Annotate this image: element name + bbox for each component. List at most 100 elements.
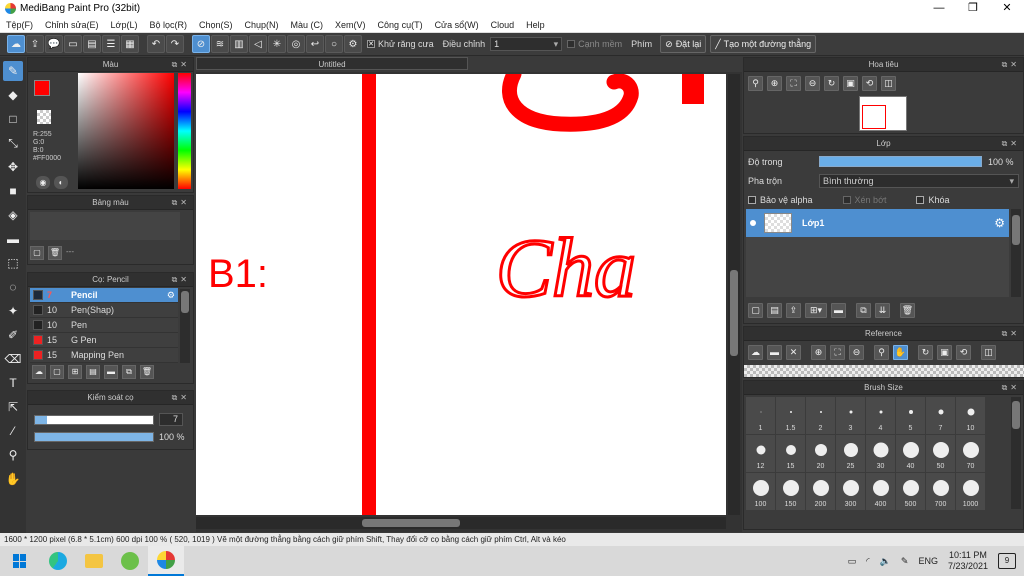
fill-rect-tool-icon[interactable]: ■ bbox=[3, 181, 23, 201]
brush-size-slider[interactable] bbox=[34, 414, 154, 425]
brush-item-pen[interactable]: 10 Pen bbox=[30, 318, 178, 333]
select-rect-tool-icon[interactable]: ⬚ bbox=[3, 253, 23, 273]
zoom-in-icon[interactable]: ⊕ bbox=[767, 76, 782, 91]
layer-list-scrollbar[interactable] bbox=[1011, 209, 1021, 297]
vanishing-snap-icon[interactable]: ◁ bbox=[249, 35, 267, 53]
canvas-vertical-scrollbar[interactable] bbox=[728, 74, 740, 515]
actual-size-icon[interactable]: ▣ bbox=[937, 345, 952, 360]
brush-size-value[interactable]: 7 bbox=[159, 413, 183, 426]
minimize-button[interactable]: — bbox=[922, 0, 956, 17]
new-brush-icon[interactable]: ▢ bbox=[50, 365, 64, 379]
new-palette-icon[interactable]: ▢ bbox=[30, 246, 44, 260]
lasso-tool-icon[interactable]: ◌ bbox=[3, 277, 23, 297]
brush-size-cell-1[interactable]: 1.5 bbox=[776, 397, 805, 434]
gear-icon[interactable]: ⚙ bbox=[994, 216, 1005, 230]
canvas-horizontal-scrollbar[interactable] bbox=[196, 517, 726, 529]
menu-cloud[interactable]: Cloud bbox=[485, 20, 521, 30]
menu-tools[interactable]: Công cụ(T) bbox=[372, 20, 429, 30]
import-layer-icon[interactable]: ⇪ bbox=[786, 303, 801, 318]
flip-icon[interactable]: ◫ bbox=[881, 76, 896, 91]
close-button[interactable]: ✕ bbox=[990, 0, 1024, 17]
zoom-icon[interactable]: ⚲ bbox=[748, 76, 763, 91]
duplicate-brush-icon[interactable]: ⧉ bbox=[122, 365, 136, 379]
brush-size-cell-18[interactable]: 200 bbox=[806, 473, 835, 510]
document-icon[interactable]: ▤ bbox=[83, 35, 101, 53]
brush-size-cell-2[interactable]: 2 bbox=[806, 397, 835, 434]
open-folder-icon[interactable]: ▬ bbox=[767, 345, 782, 360]
divide-tool-icon[interactable]: ⁄ bbox=[3, 421, 23, 441]
panel-controls-icon[interactable]: ⧉✕ bbox=[172, 391, 190, 405]
language-indicator[interactable]: ENG bbox=[918, 556, 938, 566]
canvas-tab[interactable]: Untitled bbox=[196, 57, 468, 70]
brush-item-g-pen[interactable]: 15 G Pen bbox=[30, 333, 178, 348]
brush-size-cell-9[interactable]: 15 bbox=[776, 435, 805, 472]
select-eraser-tool-icon[interactable]: ⌫ bbox=[3, 349, 23, 369]
radial-snap-icon[interactable]: ✳ bbox=[268, 35, 286, 53]
comment-icon[interactable]: 💬 bbox=[45, 35, 63, 53]
eyedropper-icon[interactable]: ⚲ bbox=[874, 345, 889, 360]
brush-size-scrollbar[interactable] bbox=[1011, 397, 1021, 509]
cloud-icon[interactable]: ☁ bbox=[7, 35, 25, 53]
brush-settings-icon[interactable]: ▤ bbox=[86, 365, 100, 379]
brush-size-cell-6[interactable]: 7 bbox=[926, 397, 955, 434]
taskbar-edge[interactable] bbox=[40, 546, 76, 576]
correction-select[interactable]: 1 bbox=[490, 37, 563, 51]
menu-snap[interactable]: Chụp(N) bbox=[239, 20, 285, 30]
brush-size-cell-20[interactable]: 400 bbox=[866, 473, 895, 510]
list-icon[interactable]: ☰ bbox=[102, 35, 120, 53]
menu-color[interactable]: Màu (C) bbox=[285, 20, 330, 30]
drawing-canvas[interactable]: B1: Cha bbox=[196, 74, 726, 515]
brush-size-cell-5[interactable]: 5 bbox=[896, 397, 925, 434]
color-wheel-icon[interactable]: ◉ bbox=[36, 176, 50, 189]
new-layer-icon[interactable]: ▢ bbox=[748, 303, 763, 318]
brush-item-mapping-pen[interactable]: 15 Mapping Pen bbox=[30, 348, 178, 363]
rectangle-tool-icon[interactable]: □ bbox=[3, 109, 23, 129]
clipping-checkbox[interactable]: Xén bớt bbox=[842, 195, 886, 205]
grid-icon[interactable]: ▦ bbox=[121, 35, 139, 53]
brush-size-cell-14[interactable]: 50 bbox=[926, 435, 955, 472]
operation-tool-icon[interactable]: ⇱ bbox=[3, 397, 23, 417]
brush-size-cell-22[interactable]: 700 bbox=[926, 473, 955, 510]
brush-tool-icon[interactable]: ✎ bbox=[3, 61, 23, 81]
move-tool-icon[interactable]: ✥ bbox=[3, 157, 23, 177]
curve-snap-icon[interactable]: ↩ bbox=[306, 35, 324, 53]
gradient-tool-icon[interactable]: ▬ bbox=[3, 229, 23, 249]
brush-size-cell-19[interactable]: 300 bbox=[836, 473, 865, 510]
snap-off-icon[interactable]: ⊘ bbox=[192, 35, 210, 53]
panel-controls-icon[interactable]: ⧉✕ bbox=[172, 58, 190, 72]
actual-size-icon[interactable]: ▣ bbox=[843, 76, 858, 91]
add-brush-icon[interactable]: ⊞ bbox=[68, 365, 82, 379]
panel-controls-icon[interactable]: ⧉✕ bbox=[172, 273, 190, 287]
snap-settings-icon[interactable]: ⚙ bbox=[344, 35, 362, 53]
menu-select[interactable]: Chọn(S) bbox=[193, 20, 239, 30]
transparent-color-swatch[interactable] bbox=[37, 110, 51, 124]
brush-item-pencil[interactable]: 7 Pencil ⚙ bbox=[30, 288, 178, 303]
visibility-icon[interactable] bbox=[750, 220, 756, 226]
hue-slider[interactable] bbox=[178, 73, 191, 189]
layer-item[interactable]: Lớp1 ⚙ bbox=[746, 209, 1009, 237]
saturation-value-picker[interactable] bbox=[78, 73, 174, 189]
brush-opacity-slider[interactable] bbox=[34, 432, 154, 442]
hand-tool-icon[interactable]: ✋ bbox=[3, 469, 23, 489]
fit-icon[interactable]: ⛶ bbox=[830, 345, 845, 360]
taskbar-green-app[interactable] bbox=[112, 546, 148, 576]
zoom-out-icon[interactable]: ⊖ bbox=[805, 76, 820, 91]
layer-folder-icon[interactable]: ▬ bbox=[831, 303, 846, 318]
network-icon[interactable]: ◜ bbox=[866, 556, 870, 567]
undo-icon[interactable]: ↶ bbox=[147, 35, 165, 53]
brush-size-cell-0[interactable]: 1 bbox=[746, 397, 775, 434]
protect-alpha-checkbox[interactable]: Bảo vệ alpha bbox=[748, 195, 813, 205]
flip-icon[interactable]: ◫ bbox=[981, 345, 996, 360]
magic-wand-tool-icon[interactable]: ✦ bbox=[3, 301, 23, 321]
taskbar-medibang[interactable] bbox=[148, 546, 184, 576]
blend-mode-select[interactable]: Bình thường bbox=[819, 174, 1019, 188]
delete-palette-icon[interactable]: 🗑 bbox=[48, 246, 62, 260]
clock[interactable]: 10:11 PM 7/23/2021 bbox=[948, 550, 988, 572]
reset-button[interactable]: ⊘ Đặt lại bbox=[660, 35, 707, 53]
brush-size-cell-16[interactable]: 100 bbox=[746, 473, 775, 510]
brush-size-cell-15[interactable]: 70 bbox=[956, 435, 985, 472]
text-tool-icon[interactable]: T bbox=[3, 373, 23, 393]
bucket-tool-icon[interactable]: ◈ bbox=[3, 205, 23, 225]
new-layer-8bit-icon[interactable]: ▤ bbox=[767, 303, 782, 318]
brush-size-cell-12[interactable]: 30 bbox=[866, 435, 895, 472]
